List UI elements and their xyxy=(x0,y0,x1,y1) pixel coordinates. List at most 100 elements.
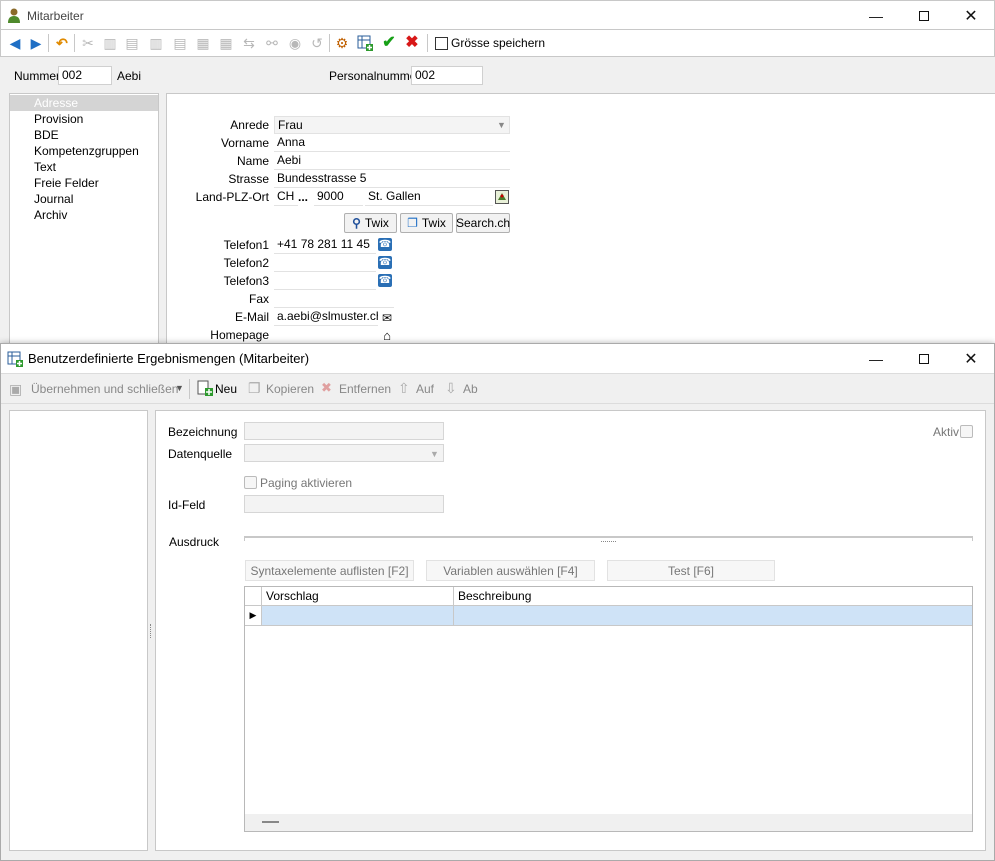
neu-button[interactable]: Neu xyxy=(215,382,237,396)
dialog-close-button[interactable]: ✕ xyxy=(948,344,994,373)
close-button[interactable]: ✕ xyxy=(948,1,994,30)
homepage-field[interactable] xyxy=(274,326,378,344)
search-ch-button[interactable]: Search.ch xyxy=(456,213,510,233)
toolbar-separator xyxy=(74,34,75,52)
groesse-speichern-label: Grösse speichern xyxy=(451,36,546,50)
groesse-speichern-checkbox[interactable] xyxy=(435,37,448,50)
twix-copy-button[interactable]: ❐ Twix xyxy=(400,213,453,233)
table-row[interactable] xyxy=(262,606,972,626)
nav-item-archiv[interactable]: Archiv xyxy=(34,208,67,222)
chevron-down-icon: ▼ xyxy=(430,449,439,459)
align-bottom-icon: ▥ xyxy=(149,35,163,51)
toolbar-separator xyxy=(427,34,428,52)
paging-checkbox xyxy=(244,476,257,489)
map-icon[interactable] xyxy=(494,189,510,205)
personalnummer-field[interactable]: 002 xyxy=(411,66,483,85)
save-disk-icon: ▣ xyxy=(9,381,23,397)
paging-label: Paging aktivieren xyxy=(260,476,353,490)
bezeichnung-label: Bezeichnung xyxy=(168,425,238,439)
dialog-maximize-button[interactable] xyxy=(901,344,947,373)
uebernehmen-button[interactable]: Übernehmen und schließen xyxy=(31,382,178,396)
nummer-field[interactable]: 002 xyxy=(58,66,112,85)
cancel-x-icon[interactable]: ✖ xyxy=(403,34,421,52)
nav-item-kompetenzgruppen[interactable]: Kompetenzgruppen xyxy=(34,144,139,158)
maximize-button[interactable] xyxy=(901,1,947,30)
design-mode-icon[interactable]: ⚙ xyxy=(333,34,351,52)
anrede-label: Anrede xyxy=(230,118,269,132)
aktiv-checkbox xyxy=(960,425,973,438)
email-field[interactable]: a.aebi@slmuster.ch xyxy=(274,308,378,326)
align-top-icon: ▤ xyxy=(125,35,139,51)
fax-field[interactable] xyxy=(274,290,394,308)
toolbar-separator xyxy=(189,379,190,399)
delete-icon: ✖ xyxy=(321,380,332,395)
test-button: Test [F6] xyxy=(607,560,775,581)
same-size-icon: ⇆ xyxy=(243,35,255,51)
phone-icon[interactable]: ☎ xyxy=(378,238,392,251)
dialog-toolbar: ▣ Übernehmen und schließen ▼ Neu ❐ Kopie… xyxy=(1,373,994,404)
strasse-field[interactable]: Bundesstrasse 5 xyxy=(274,170,510,188)
vorname-label: Vorname xyxy=(220,136,269,150)
chevron-down-icon[interactable]: ▼ xyxy=(497,120,506,130)
nav-item-journal[interactable]: Journal xyxy=(34,192,73,206)
nav-item-provision[interactable]: Provision xyxy=(34,112,83,126)
telefon3-field[interactable] xyxy=(274,272,376,290)
vorname-field[interactable]: Anna xyxy=(274,134,510,152)
vorschlag-grid: Vorschlag Beschreibung ▶ xyxy=(244,586,973,832)
mail-icon[interactable]: ✉ xyxy=(379,310,395,326)
grid-row-indicator: ▶ xyxy=(245,606,262,626)
table-add-icon[interactable] xyxy=(356,34,374,52)
telefon2-label: Telefon2 xyxy=(223,256,269,270)
back-arrow-icon[interactable]: ◀ xyxy=(6,34,24,52)
new-icon[interactable] xyxy=(197,380,213,399)
aktiv-label: Aktiv xyxy=(933,425,960,439)
name-label: Name xyxy=(236,154,269,168)
land-field[interactable]: CH xyxy=(274,188,298,206)
fax-label: Fax xyxy=(248,292,269,306)
dialog-titlebar: Benutzerdefinierte Ergebnismengen (Mitar… xyxy=(0,343,995,373)
land-lookup-button[interactable]: ... xyxy=(298,190,308,204)
twix-copy-label: Twix xyxy=(421,216,446,230)
undo-icon[interactable]: ↶ xyxy=(53,34,71,52)
anrede-select[interactable]: Frau xyxy=(274,116,510,134)
home-icon[interactable]: ⌂ xyxy=(379,327,395,343)
splitter-handle[interactable] xyxy=(150,624,153,638)
grid-column-vorschlag[interactable]: Vorschlag xyxy=(262,587,454,606)
grid-cell-divider xyxy=(453,606,454,625)
phone-icon[interactable]: ☎ xyxy=(378,256,392,269)
bezeichnung-field xyxy=(244,422,444,440)
plz-field[interactable]: 9000 xyxy=(314,188,363,206)
forward-arrow-icon[interactable]: ▶ xyxy=(27,34,45,52)
telefon2-field[interactable] xyxy=(274,254,376,272)
ergebnismengen-list[interactable] xyxy=(9,410,148,851)
nav-item-freie-felder[interactable]: Freie Felder xyxy=(34,176,99,190)
toolbar-separator xyxy=(48,34,49,52)
phone-icon[interactable]: ☎ xyxy=(378,274,392,287)
nav-item-adresse[interactable]: Adresse xyxy=(34,96,78,110)
minimize-button[interactable]: — xyxy=(853,1,899,30)
resize-grip-icon[interactable] xyxy=(601,541,616,544)
twix-search-button[interactable]: ⚲ Twix xyxy=(344,213,397,233)
telefon1-field[interactable]: +41 78 281 11 45 xyxy=(274,236,376,254)
save-check-icon[interactable]: ✔ xyxy=(380,34,398,52)
nummer-label: Nummer xyxy=(14,69,61,83)
grid-footer xyxy=(245,814,972,831)
lock-icon: ⚯ xyxy=(266,35,278,51)
grid-footer-handle[interactable] xyxy=(262,821,279,823)
nav-item-text[interactable]: Text xyxy=(34,160,56,174)
ort-field[interactable]: St. Gallen xyxy=(365,188,493,206)
up-arrow-icon: ⇧ xyxy=(398,380,410,396)
uebernehmen-dropdown-icon[interactable]: ▼ xyxy=(175,383,184,393)
datenquelle-select xyxy=(244,444,444,462)
app-person-icon xyxy=(7,7,21,23)
name-field[interactable]: Aebi xyxy=(274,152,510,170)
kopieren-button: Kopieren xyxy=(266,382,315,396)
nav-list xyxy=(9,93,159,347)
align-left-icon: ▥ xyxy=(103,35,117,51)
grid-column-beschreibung[interactable]: Beschreibung xyxy=(454,587,972,606)
distribute-v-icon: ▦ xyxy=(219,35,233,51)
nav-item-bde[interactable]: BDE xyxy=(34,128,59,142)
dialog-minimize-button[interactable]: — xyxy=(853,344,899,373)
dialog-title: Benutzerdefinierte Ergebnismengen (Mitar… xyxy=(28,351,310,366)
main-toolbar: ◀ ▶ ↶ ✂ ▥ ▤ ▥ ▤ ▦ ▦ ⇆ ⚯ ◉ ↺ ⚙ ✔ ✖ Grösse… xyxy=(0,30,995,56)
